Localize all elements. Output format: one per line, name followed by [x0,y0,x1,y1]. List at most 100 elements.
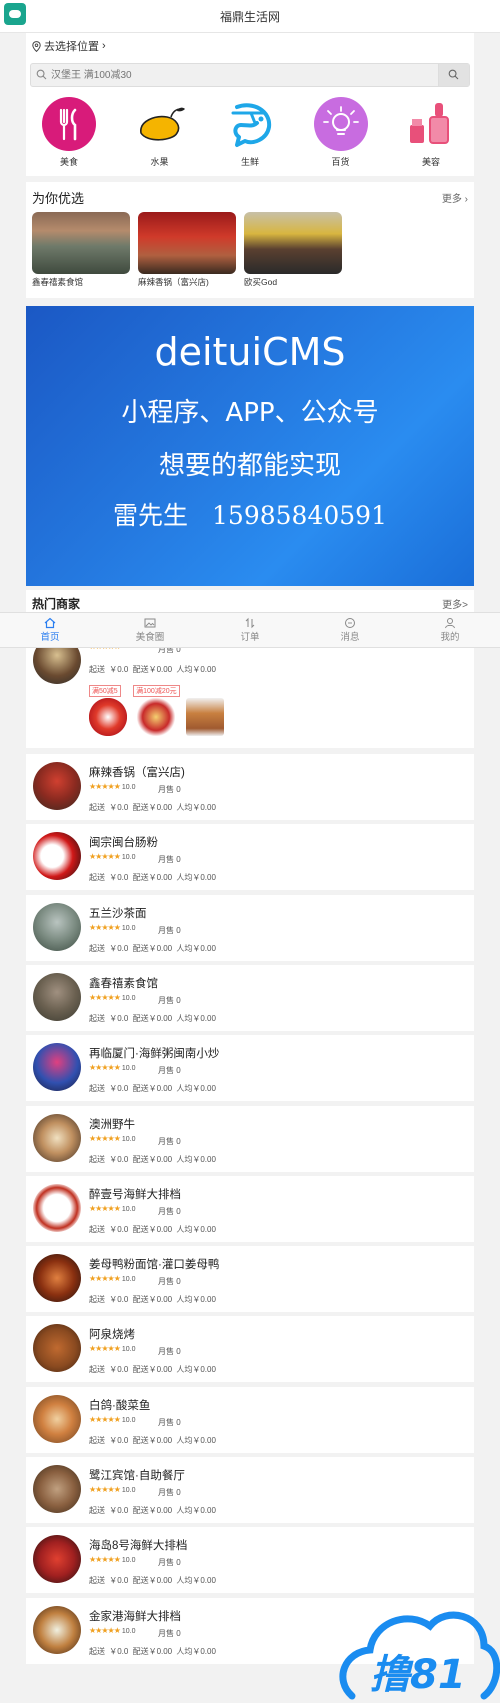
shop-card[interactable]: 澳洲野牛 ★★★★★ 10.0 月售 0 起送 ￥0.0 配送￥0.00 人均￥0.00 [26,1105,474,1172]
monthly-sales: 月售 0 [158,1206,181,1216]
banner-line: 小程序、APP、公众号 [121,398,379,428]
banner-line: 想要的都能实现 [158,451,341,481]
shop-name: 麻辣香锅（富兴店) [89,767,185,779]
lightbulb-icon [313,97,368,151]
search-bar[interactable] [30,63,470,87]
monthly-sales: 月售 0 [158,785,181,794]
rating-stars: ★★★★★ 10.0 [89,1274,136,1284]
shop-card[interactable]: 海岛8号海鲜大排档 ★★★★★ 10.0 月售 0 起送 ￥0.0 配送￥0.00 人均… [26,1527,474,1594]
shop-avatar [33,1183,81,1232]
promo-banner[interactable]: deituiCMS 小程序、APP、公众号 想要的都能实现 雷先生 1598584… [26,306,474,586]
shop-card[interactable]: 姜母鸭粉面馆·灌口姜母鸭 ★★★★★ 10.0 月售 0 起送 ￥0.0 配送￥0.00… [26,1246,474,1313]
shop-avatar [33,1605,81,1654]
shop-name: 麻辣香锅（富兴店) [138,277,209,287]
category-label: 美容 [421,157,440,167]
category-fruit[interactable]: 水果 [125,97,195,168]
rating-score: 10.0 [121,924,136,932]
rating-stars: ★★★★★ 10.0 [89,852,136,862]
top-panel: 去选择位置 › 美食 水果 [26,33,474,176]
rating-score: 10.0 [121,1416,136,1424]
shop-card[interactable]: 鹭江宾馆·自助餐厅 ★★★★★ 10.0 月售 0 起送 ￥0.0 配送￥0.00 人均… [26,1457,474,1523]
rating-score: 10.0 [121,1627,136,1635]
tab-food-circle[interactable]: 美食圈 [100,613,200,647]
shop-name: 海岛8号海鲜大排档 [89,1540,188,1553]
shop-card[interactable]: 麻辣香锅（富兴店) ★★★★★ 10.0 月售 0 起送 ￥0.0 配送￥0.00 人均… [26,754,474,820]
tab-label: 消息 [340,632,360,643]
tab-profile[interactable]: 我的 [400,613,500,647]
watermark-logo: 撸81 [339,1611,500,1700]
shop-card[interactable]: 再临厦门·海鲜粥闽南小炒 ★★★★★ 10.0 月售 0 起送 ￥0.0 配送￥0.00… [26,1035,474,1102]
shop-fees: 起送 ￥0.0 配送￥0.00 人均￥0.00 [89,1506,216,1515]
shop-card[interactable]: ★★★★★ 月售 0 起送 ￥0.0 配送￥0.00 人均￥0.00 满50减5… [26,636,474,748]
rating-stars: ★★★★★ 10.0 [89,1485,136,1494]
more-link[interactable]: 更多> [442,596,468,611]
shrimp-icon [223,97,277,151]
shop-fees: 起送 ￥0.0 配送￥0.00 人均￥0.00 [89,1084,216,1094]
tab-messages[interactable]: 消息 [300,613,400,647]
category-general[interactable]: 百货 [306,97,376,168]
shop-card[interactable]: 鑫春禧素食馆 ★★★★★ 10.0 月售 0 起送 ￥0.0 配送￥0.00 人均￥0.… [26,964,474,1031]
shop-card[interactable]: 阿泉烧烤 ★★★★★ 10.0 月售 0 起送 ￥0.0 配送￥0.00 人均￥0.00 [26,1316,474,1383]
shop-card[interactable]: 醉壹号海鲜大排档 ★★★★★ 10.0 月售 0 起送 ￥0.0 配送￥0.00 人均￥… [26,1175,474,1242]
shop-name: 五兰沙茶面 [89,907,147,920]
shop-name: 欧买God [244,277,278,287]
contact-phone: 15985840591 [212,501,387,530]
tab-label: 美食圈 [135,632,165,643]
search-button[interactable] [438,64,469,86]
category-food[interactable]: 美食 [34,97,104,168]
monthly-sales: 月售 0 [158,995,181,1005]
recommend-card[interactable]: 麻辣香锅（富兴店) [138,212,236,288]
category-beauty[interactable]: 美容 [396,97,466,168]
shop-card[interactable]: 五兰沙茶面 ★★★★★ 10.0 月售 0 起送 ￥0.0 配送￥0.00 人均￥0.0… [26,894,474,961]
monthly-sales: 月售 0 [158,1347,181,1357]
rating-stars: ★★★★★ 10.0 [89,782,136,791]
shop-fees: 起送 ￥0.0 配送￥0.00 人均￥0.00 [89,1435,216,1445]
category-label: 生鲜 [240,157,259,167]
chevron-right-icon: › [102,40,106,52]
shop-fees: 起送 ￥0.0 配送￥0.00 人均￥0.00 [89,803,216,812]
rating-score: 10.0 [121,1276,136,1284]
banner-title: deituiCMS [154,330,346,374]
message-icon [345,618,355,628]
rating-stars: ★★★★★ 10.0 [89,1555,136,1565]
shop-fees: 起送 ￥0.0 配送￥0.00 人均￥0.00 [89,1013,216,1023]
rating-score: 10.0 [121,854,136,862]
utensils-icon [42,97,96,151]
shop-avatar [33,1113,81,1162]
recommend-card[interactable]: 欧买God [244,212,342,288]
product-thumb[interactable] [185,698,224,736]
tab-home[interactable]: 首页 [0,613,100,647]
shop-avatar [33,902,81,951]
location-label: 去选择位置 [44,41,99,53]
rating-stars: ★★★★★ 10.0 [89,1344,136,1354]
shop-avatar [33,1043,81,1092]
category-label: 百货 [331,157,350,167]
tab-orders[interactable]: 订单 [200,613,300,647]
banner-contact: 雷先生 15985840591 [26,496,474,532]
shop-name: 澳洲野牛 [89,1118,135,1131]
search-input[interactable] [31,64,431,86]
product-thumb[interactable] [89,698,127,736]
section-title: 为你优选 [32,190,85,206]
svg-text:撸81: 撸81 [370,1652,466,1698]
rating-score: 10.0 [121,1065,136,1073]
monthly-sales: 月售 0 [158,855,181,865]
shop-avatar [33,1394,81,1443]
more-link[interactable]: 更多 › [442,190,468,205]
shop-card[interactable]: 闽宗闽台肠粉 ★★★★★ 10.0 月售 0 起送 ￥0.0 配送￥0.00 人均￥0.… [26,824,474,891]
shop-photo [138,212,236,274]
recommend-list: 鑫春禧素食馆 麻辣香锅（富兴店) 欧买God [32,212,468,288]
rating-stars: ★★★★★ 10.0 [89,1203,136,1213]
location-selector[interactable]: 去选择位置 › [26,33,474,59]
product-thumb[interactable] [137,698,176,736]
shop-fees: 起送 ￥0.0 配送￥0.00 人均￥0.00 [89,1576,216,1586]
shop-name: 闽宗闽台肠粉 [89,837,158,850]
shop-name: 白鸽·酸菜鱼 [89,1399,151,1412]
recommend-card[interactable]: 鑫春禧素食馆 [32,212,130,288]
shop-name: 鑫春禧素食馆 [32,277,84,287]
category-seafood[interactable]: 生鲜 [215,97,285,168]
app-title: 福鼎生活网 [219,10,280,24]
rating-score: 10.0 [121,994,136,1002]
monthly-sales: 月售 0 [158,1136,181,1146]
shop-card[interactable]: 白鸽·酸菜鱼 ★★★★★ 10.0 月售 0 起送 ￥0.0 配送￥0.00 人均￥0.… [26,1386,474,1453]
